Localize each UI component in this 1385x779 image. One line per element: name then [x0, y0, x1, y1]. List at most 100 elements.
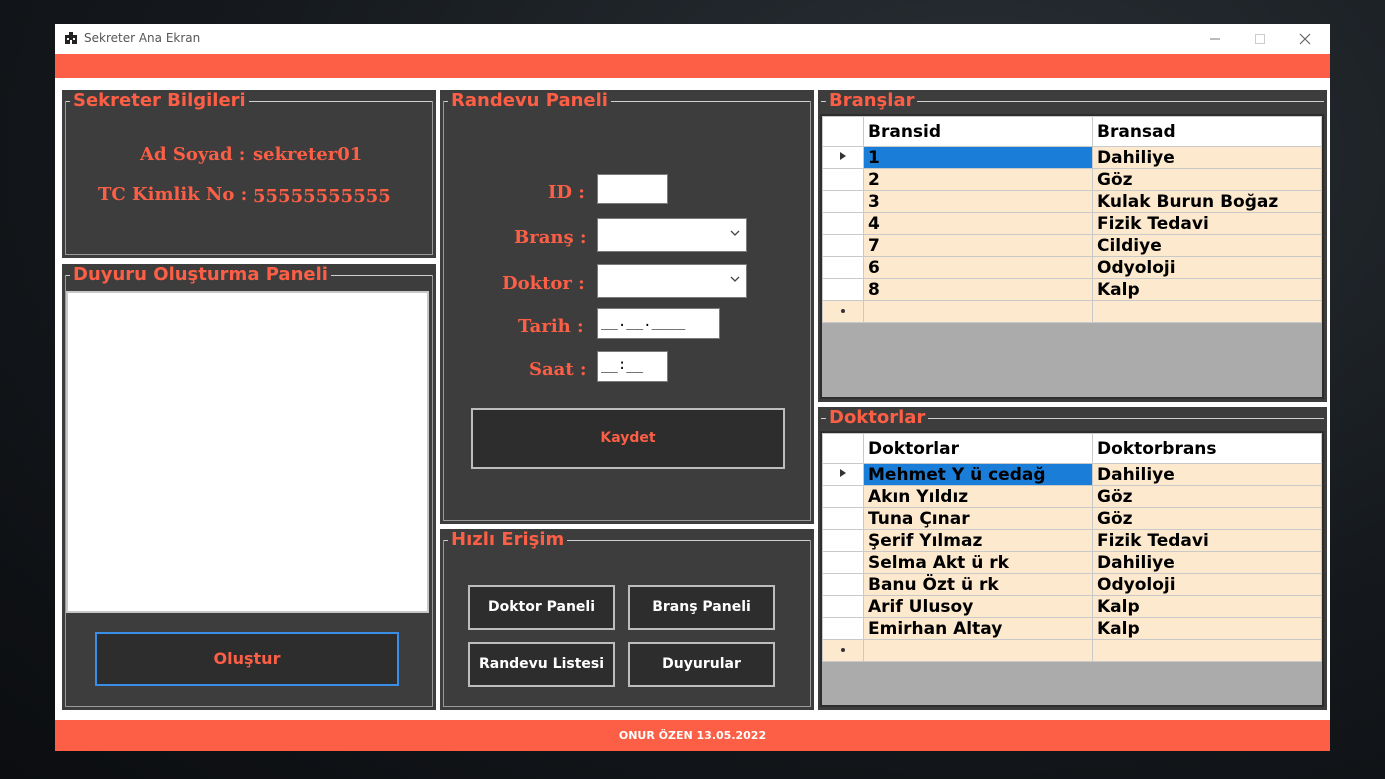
table-cell[interactable]: 6	[863, 256, 1093, 279]
table-cell[interactable]: Dahiliye	[1092, 463, 1322, 486]
table-cell[interactable]: Fizik Tedavi	[1092, 212, 1322, 235]
row-header[interactable]	[822, 190, 864, 213]
asterisk-icon	[841, 647, 845, 652]
row-header[interactable]	[822, 617, 864, 640]
appointment-panel: Randevu Paneli ID : Branş : Doktor : Tar…	[440, 90, 814, 524]
table-cell[interactable]: Kalp	[1092, 278, 1322, 301]
minimize-button[interactable]	[1193, 24, 1238, 54]
table-row[interactable]: Şerif Yılmaz Fizik Tedavi	[822, 529, 1322, 552]
table-cell[interactable]: Şerif Yılmaz	[863, 529, 1093, 552]
row-header[interactable]	[822, 507, 864, 530]
table-cell[interactable]: Arif Ulusoy	[863, 595, 1093, 618]
maximize-button[interactable]	[1238, 24, 1283, 54]
table-cell[interactable]: Selma Akt ü rk	[863, 551, 1093, 574]
row-header[interactable]	[822, 463, 864, 486]
brans-combobox[interactable]	[597, 218, 747, 252]
table-cell[interactable]: Kalp	[1092, 617, 1322, 640]
table-cell[interactable]: Göz	[1092, 485, 1322, 508]
table-cell[interactable]: Odyoloji	[1092, 573, 1322, 596]
table-row[interactable]: 3 Kulak Burun Boğaz	[822, 190, 1322, 213]
table-cell[interactable]: Cildiye	[1092, 234, 1322, 257]
duyurular-button[interactable]: Duyurular	[628, 642, 775, 687]
create-announcement-button[interactable]: Oluştur	[95, 632, 399, 686]
table-row[interactable]: Mehmet Y ü cedağ Dahiliye	[822, 463, 1322, 486]
row-header[interactable]	[822, 300, 864, 323]
row-header[interactable]	[822, 529, 864, 552]
table-row[interactable]: Arif Ulusoy Kalp	[822, 595, 1322, 618]
announcement-textarea[interactable]	[66, 291, 429, 613]
table-cell[interactable]: Akın Yıldız	[863, 485, 1093, 508]
column-header-doktorbrans[interactable]: Doktorbrans	[1092, 433, 1322, 464]
table-cell[interactable]: Dahiliye	[1092, 146, 1322, 169]
saat-masked-input[interactable]: __:__	[597, 351, 668, 382]
table-row[interactable]: 2 Göz	[822, 168, 1322, 191]
table-cell[interactable]: Emirhan Altay	[863, 617, 1093, 640]
id-input[interactable]	[597, 174, 668, 204]
table-header-row: Bransid Bransad	[822, 116, 1322, 147]
new-row[interactable]	[822, 639, 1322, 662]
row-header[interactable]	[822, 639, 864, 662]
branches-group-title: Branşlar	[826, 91, 918, 111]
tarih-masked-input[interactable]: __.__.____	[597, 308, 720, 339]
table-cell[interactable]: 1	[863, 146, 1093, 169]
tc-label: TC Kimlik No :	[98, 184, 248, 205]
close-button[interactable]	[1283, 24, 1328, 54]
table-cell[interactable]: Mehmet Y ü cedağ	[863, 463, 1093, 486]
table-cell[interactable]: 8	[863, 278, 1093, 301]
row-header[interactable]	[822, 485, 864, 508]
table-cell[interactable]	[1092, 300, 1322, 323]
table-cell[interactable]: Göz	[1092, 168, 1322, 191]
table-cell[interactable]: Kalp	[1092, 595, 1322, 618]
row-header[interactable]	[822, 551, 864, 574]
doctors-panel: Doktorlar Doktorlar Doktorbrans Mehmet Y…	[818, 407, 1327, 710]
doktor-panel-button[interactable]: Doktor Paneli	[468, 585, 615, 630]
row-header[interactable]	[822, 212, 864, 235]
table-row[interactable]: 7 Cildiye	[822, 234, 1322, 257]
column-header-doktorlar[interactable]: Doktorlar	[863, 433, 1093, 464]
id-label: ID :	[548, 182, 585, 203]
branches-grid[interactable]: Bransid Bransad 1 Dahiliye 2 Göz 3 Kulak Buru…	[820, 114, 1324, 399]
table-row[interactable]: 4 Fizik Tedavi	[822, 212, 1322, 235]
row-header[interactable]	[822, 278, 864, 301]
row-header[interactable]	[822, 234, 864, 257]
row-header[interactable]	[822, 595, 864, 618]
table-cell[interactable]: Kulak Burun Boğaz	[1092, 190, 1322, 213]
table-row[interactable]: 6 Odyoloji	[822, 256, 1322, 279]
randevu-list-button[interactable]: Randevu Listesi	[468, 642, 615, 687]
table-cell[interactable]: 2	[863, 168, 1093, 191]
doctors-grid[interactable]: Doktorlar Doktorbrans Mehmet Y ü cedağ Da…	[820, 431, 1324, 707]
column-header-bransad[interactable]: Bransad	[1092, 116, 1322, 147]
save-appointment-button[interactable]: Kaydet	[471, 408, 785, 469]
table-cell[interactable]: Odyoloji	[1092, 256, 1322, 279]
table-row[interactable]: Tuna Çınar Göz	[822, 507, 1322, 530]
table-cell[interactable]	[863, 639, 1093, 662]
quick-access-group-title: Hızlı Erişim	[448, 530, 568, 550]
new-row[interactable]	[822, 300, 1322, 323]
main-window: Sekreter Ana Ekran Sekreter Bilgileri Ad…	[55, 24, 1330, 751]
doktor-combobox[interactable]	[597, 264, 747, 298]
row-header[interactable]	[822, 256, 864, 279]
table-row[interactable]: Akın Yıldız Göz	[822, 485, 1322, 508]
row-header[interactable]	[822, 146, 864, 169]
table-row[interactable]: 1 Dahiliye	[822, 146, 1322, 169]
row-header[interactable]	[822, 573, 864, 596]
table-cell[interactable]: 4	[863, 212, 1093, 235]
brans-panel-button[interactable]: Branş Paneli	[628, 585, 775, 630]
table-cell[interactable]: 3	[863, 190, 1093, 213]
table-cell[interactable]: Göz	[1092, 507, 1322, 530]
table-row[interactable]: Emirhan Altay Kalp	[822, 617, 1322, 640]
maximize-icon	[1255, 34, 1265, 44]
row-header[interactable]	[822, 168, 864, 191]
table-row[interactable]: Banu Özt ü rk Odyoloji	[822, 573, 1322, 596]
table-cell[interactable]	[1092, 639, 1322, 662]
table-cell[interactable]: Fizik Tedavi	[1092, 529, 1322, 552]
table-row[interactable]: 8 Kalp	[822, 278, 1322, 301]
table-row[interactable]: Selma Akt ü rk Dahiliye	[822, 551, 1322, 574]
asterisk-icon	[841, 308, 845, 313]
table-cell[interactable]: Banu Özt ü rk	[863, 573, 1093, 596]
table-cell[interactable]: Dahiliye	[1092, 551, 1322, 574]
table-cell[interactable]	[863, 300, 1093, 323]
column-header-bransid[interactable]: Bransid	[863, 116, 1093, 147]
table-cell[interactable]: 7	[863, 234, 1093, 257]
table-cell[interactable]: Tuna Çınar	[863, 507, 1093, 530]
